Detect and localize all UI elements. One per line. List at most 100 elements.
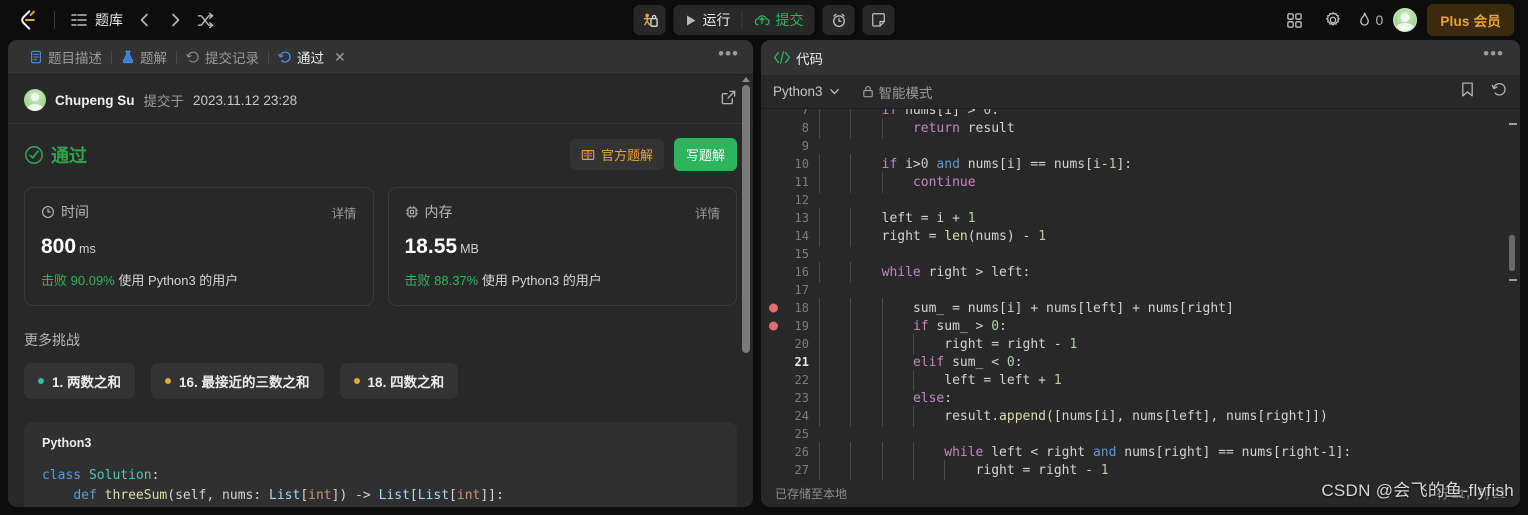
official-solution-button[interactable]: 官方题解 <box>569 139 664 170</box>
tab-submissions[interactable]: 提交记录 <box>177 40 268 75</box>
editor-line[interactable]: 9 <box>761 137 1520 155</box>
editor-line-code: while left < right and nums[right] == nu… <box>819 441 1351 463</box>
line-number: 26 <box>794 445 809 459</box>
scrollbar-thumb[interactable] <box>741 85 750 353</box>
editor-line[interactable]: 23 else: <box>761 387 1520 409</box>
editor-line[interactable]: 11 continue <box>761 171 1520 193</box>
time-beat-pct: 90.09% <box>70 273 115 288</box>
run-button[interactable]: 运行 <box>674 5 742 35</box>
alarm-clock-icon[interactable] <box>822 5 855 35</box>
cursor-position-indicator: 行 21，列 21 <box>1436 487 1506 501</box>
code-panel-more-icon[interactable]: ••• <box>1479 44 1508 71</box>
breakpoint-marker[interactable] <box>769 303 778 313</box>
question-bank-label: 题库 <box>95 12 123 28</box>
tab-solutions[interactable]: 题解 <box>112 40 176 75</box>
editor-line[interactable]: 27 right = right - 1 <box>761 459 1520 480</box>
stat-cards: 时间 详情 800 ms 击败 90.09% 使用 Python3 的用户 内存… <box>24 187 737 306</box>
editor-line[interactable]: 25 <box>761 425 1520 443</box>
left-tabs: 题目描述 题解 提交记录 通过 ✕ <box>20 40 355 75</box>
editor-line-code: sum_ = nums[i] + nums[left] + nums[right… <box>819 297 1234 319</box>
submitter-avatar[interactable] <box>24 89 46 111</box>
challenge-chip-16-label: 16. 最接近的三数之和 <box>179 375 310 390</box>
editor-line[interactable]: 21 elif sum_ < 0: <box>761 351 1520 373</box>
editor-line[interactable]: 8 return result <box>761 117 1520 139</box>
challenge-chip-16[interactable]: 16. 最接近的三数之和 <box>151 363 324 399</box>
line-number: 17 <box>794 283 809 297</box>
run-label: 运行 <box>702 12 731 28</box>
question-bank-button[interactable]: 题库 <box>65 6 129 34</box>
bookmark-icon[interactable] <box>1460 81 1475 103</box>
time-card-detail-link[interactable]: 详情 <box>331 203 356 222</box>
note-icon[interactable] <box>862 5 895 35</box>
breakpoint-marker[interactable] <box>769 321 778 331</box>
editor-line[interactable]: 24 result.append([nums[i], nums[left], n… <box>761 405 1520 427</box>
editor-line[interactable]: 15 <box>761 245 1520 263</box>
challenge-chip-18[interactable]: 18. 四数之和 <box>339 363 459 399</box>
right-panel: 代码 ••• Python3 智能模式 7 if nums[i] > 0: 8 … <box>761 40 1520 507</box>
language-label: Python3 <box>773 84 823 99</box>
editor-line[interactable]: 18 sum_ = nums[i] + nums[left] + nums[ri… <box>761 297 1520 319</box>
editor-line[interactable]: 19 if sum_ > 0: <box>761 315 1520 337</box>
reset-undo-icon[interactable] <box>1491 81 1508 103</box>
toolbar-left-group: 题库 <box>10 5 219 35</box>
editor-line[interactable]: 10 if i>0 and nums[i] == nums[i-1]: <box>761 153 1520 175</box>
line-number: 12 <box>794 193 809 207</box>
editor-line[interactable]: 7 if nums[i] > 0: <box>761 109 1520 121</box>
editor-line[interactable]: 14 right = len(nums) - 1 <box>761 225 1520 247</box>
line-number: 7 <box>801 109 809 117</box>
language-selector[interactable]: Python3 <box>773 84 840 99</box>
tab-description[interactable]: 题目描述 <box>20 40 111 75</box>
submitter-name[interactable]: Chupeng Su <box>55 93 135 108</box>
smart-mode-toggle[interactable]: 智能模式 <box>862 82 933 102</box>
debug-bug-icon[interactable] <box>633 5 666 35</box>
forward-button[interactable] <box>161 6 189 34</box>
code-editor[interactable]: 7 if nums[i] > 0: 8 return result 9 10 if i… <box>761 109 1520 480</box>
external-link-icon[interactable] <box>720 89 737 111</box>
editor-line-code: right = len(nums) - 1 <box>819 225 1046 247</box>
close-icon[interactable]: ✕ <box>334 50 346 64</box>
left-panel-tabbar: 题目描述 题解 提交记录 通过 ✕ ••• <box>8 40 753 75</box>
editor-line[interactable]: 13 left = i + 1 <box>761 207 1520 229</box>
challenge-chip-1[interactable]: 1. 两数之和 <box>24 363 136 399</box>
line-number: 14 <box>794 229 809 243</box>
toolbar-divider <box>54 11 55 29</box>
write-solution-button[interactable]: 写题解 <box>673 138 737 171</box>
editor-line[interactable]: 17 <box>761 281 1520 299</box>
line-number: 24 <box>794 409 809 423</box>
tab-accepted[interactable]: 通过 ✕ <box>269 40 355 75</box>
submit-button[interactable]: 提交 <box>743 5 815 35</box>
memory-card-detail-link[interactable]: 详情 <box>695 203 720 222</box>
streak-indicator[interactable]: 0 <box>1357 12 1383 29</box>
verdict-actions: 官方题解 写题解 <box>569 138 737 171</box>
editor-line-code: else: <box>819 387 952 409</box>
avatar[interactable] <box>1393 8 1418 32</box>
plus-membership-button[interactable]: Plus 会员 <box>1427 4 1514 36</box>
line-number: 22 <box>794 373 809 387</box>
editor-scrollbar[interactable] <box>1507 117 1517 472</box>
line-number: 13 <box>794 211 809 225</box>
memory-card-beat: 击败 88.37% 使用 Python3 的用户 <box>405 270 721 289</box>
editor-line[interactable]: 12 <box>761 191 1520 209</box>
time-card-header: 时间 详情 <box>41 202 357 222</box>
line-number: 18 <box>761 301 819 315</box>
shuffle-icon[interactable] <box>191 6 219 34</box>
left-panel-scrollbar[interactable] <box>740 75 751 507</box>
leetcode-logo-icon[interactable] <box>10 5 44 35</box>
grid-apps-icon[interactable] <box>1281 6 1309 34</box>
back-button[interactable] <box>131 6 159 34</box>
submitted-code-card: Python3 class Solution: def threeSum(sel… <box>24 422 737 507</box>
left-panel-more-icon[interactable]: ••• <box>714 44 743 71</box>
gear-icon[interactable] <box>1319 6 1347 34</box>
editor-scrollbar-thumb[interactable] <box>1509 235 1515 271</box>
editor-line[interactable]: 16 while right > left: <box>761 261 1520 283</box>
chevron-down-icon <box>829 89 839 95</box>
time-beat-suffix: 使用 Python3 的用户 <box>118 273 239 288</box>
code-panel-title: 代码 <box>773 48 823 68</box>
scroll-up-arrow-icon[interactable] <box>742 77 750 82</box>
more-challenges-title: 更多挑战 <box>24 332 80 348</box>
editor-line[interactable]: 20 right = right - 1 <box>761 333 1520 355</box>
submit-label: 提交 <box>775 12 804 28</box>
editor-line[interactable]: 26 while left < right and nums[right] ==… <box>761 441 1520 463</box>
smart-mode-label: 智能模式 <box>878 85 933 101</box>
editor-line[interactable]: 22 left = left + 1 <box>761 369 1520 391</box>
